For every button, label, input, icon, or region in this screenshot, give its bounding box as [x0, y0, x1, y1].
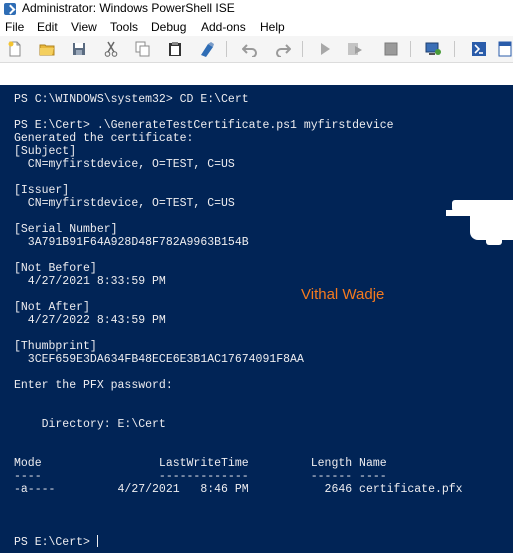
- menu-tools[interactable]: Tools: [110, 20, 138, 34]
- toolbar-separator: [454, 41, 455, 57]
- open-folder-icon[interactable]: [38, 40, 56, 58]
- menu-file[interactable]: File: [5, 20, 24, 34]
- console-prompt-text: PS E:\Cert>: [14, 536, 97, 549]
- menu-help[interactable]: Help: [260, 20, 285, 34]
- console-line: [Not After]: [14, 301, 90, 314]
- console-line: CN=myfirstdevice, O=TEST, C=US: [14, 197, 235, 210]
- console-line: 3CEF659E3DA634FB48ECE6E3B1AC17674091F8AA: [14, 353, 304, 366]
- menu-debug[interactable]: Debug: [151, 20, 186, 34]
- start-powershell-icon[interactable]: [470, 40, 488, 58]
- clear-console-icon[interactable]: [198, 40, 216, 58]
- console-line: 4/27/2022 8:43:59 PM: [14, 314, 166, 327]
- toolbar-separator: [226, 41, 227, 57]
- console-prompt[interactable]: PS E:\Cert>: [14, 535, 98, 549]
- console-line: Mode LastWriteTime Length Name: [14, 457, 387, 470]
- toolbar-separator: [410, 41, 411, 57]
- toolbar-separator: [302, 41, 303, 57]
- title-bar: Administrator: Windows PowerShell ISE: [0, 0, 513, 19]
- toolbar: [0, 36, 513, 63]
- console-line: Directory: E:\Cert: [14, 418, 166, 431]
- console-line: -a---- 4/27/2021 8:46 PM 2646 certificat…: [14, 483, 463, 496]
- console-line: 3A791B91F64A928D48F782A9963B154B: [14, 236, 249, 249]
- console-line: [Thumbprint]: [14, 340, 97, 353]
- console-line: 4/27/2021 8:33:59 PM: [14, 275, 166, 288]
- cut-icon[interactable]: [102, 40, 120, 58]
- save-icon[interactable]: [70, 40, 88, 58]
- run-script-icon[interactable]: [316, 40, 334, 58]
- console-line: [Not Before]: [14, 262, 97, 275]
- powershell-ise-icon: [4, 3, 16, 15]
- text-cursor: [96, 535, 98, 547]
- paste-icon[interactable]: [166, 40, 184, 58]
- menu-add-ons[interactable]: Add-ons: [201, 20, 246, 34]
- console-line: [Subject]: [14, 145, 77, 158]
- redo-icon[interactable]: [274, 40, 292, 58]
- stop-icon[interactable]: [382, 40, 400, 58]
- menu-edit[interactable]: Edit: [37, 20, 58, 34]
- new-file-icon[interactable]: [6, 40, 24, 58]
- remote-powershell-icon[interactable]: [424, 40, 442, 58]
- copy-icon[interactable]: [134, 40, 152, 58]
- console-line: ---- ------------- ------ ----: [14, 470, 387, 483]
- console-line: Generated the certificate:: [14, 132, 194, 145]
- console-line: CN=myfirstdevice, O=TEST, C=US: [14, 158, 235, 171]
- script-pane-border: [0, 63, 513, 85]
- console-line: PS C:\WINDOWS\system32> CD E:\Cert: [14, 93, 249, 106]
- watermark-text: Vithal Wadje: [301, 286, 385, 303]
- console-line: [Issuer]: [14, 184, 70, 197]
- console-line: PS E:\Cert> .\GenerateTestCertificate.ps…: [14, 119, 394, 132]
- menu-view[interactable]: View: [71, 20, 97, 34]
- redaction-mark: [486, 237, 502, 245]
- console-line: [Serial Number]: [14, 223, 118, 236]
- console-line: Enter the PFX password:: [14, 379, 173, 392]
- show-script-pane-icon[interactable]: [496, 40, 513, 58]
- menu-bar: File Edit View Tools Debug Add-ons Help: [0, 18, 513, 36]
- window-title: Administrator: Windows PowerShell ISE: [22, 1, 235, 15]
- run-selection-icon[interactable]: [346, 40, 364, 58]
- console-pane[interactable]: PS C:\WINDOWS\system32> CD E:\Cert PS E:…: [0, 85, 513, 553]
- undo-icon[interactable]: [241, 40, 259, 58]
